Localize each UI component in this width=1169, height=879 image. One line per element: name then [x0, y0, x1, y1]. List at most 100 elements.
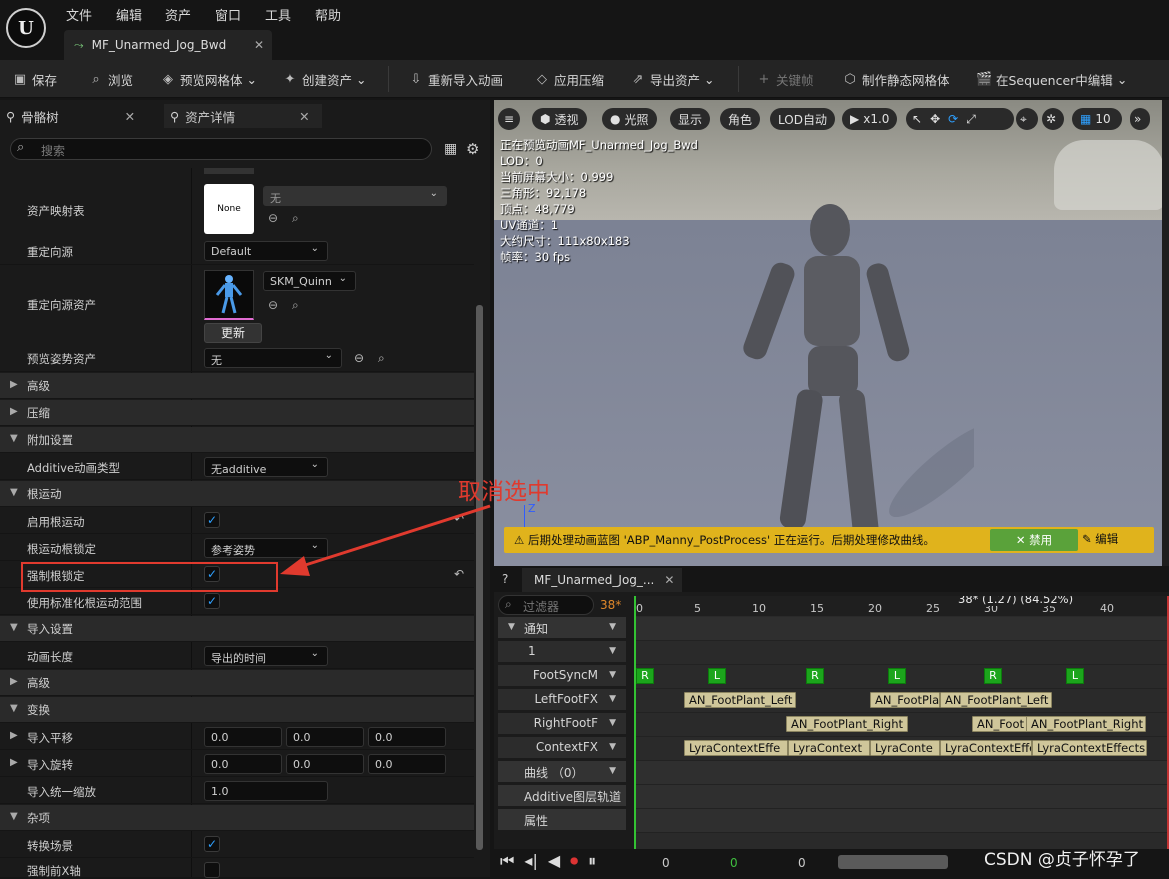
- lod-auto-button[interactable]: LOD自动: [770, 108, 835, 130]
- translation-z-field[interactable]: 0.0: [368, 727, 446, 747]
- close-icon[interactable]: ✕: [664, 573, 674, 587]
- sequencer-tab[interactable]: MF_Unarmed_Jog_... ✕: [522, 568, 682, 592]
- sync-marker[interactable]: L: [1066, 668, 1084, 684]
- lit-button[interactable]: ● 光照: [602, 108, 657, 130]
- track-rightfootfx[interactable]: RightFootF ▼: [498, 713, 626, 734]
- close-icon[interactable]: ✕: [254, 38, 264, 52]
- show-button[interactable]: 显示: [670, 108, 711, 130]
- track-additive-layers[interactable]: Additive图层轨道: [498, 785, 626, 806]
- convert-scene-checkbox[interactable]: ✓: [204, 836, 220, 852]
- sync-marker[interactable]: R: [806, 668, 824, 684]
- disable-button[interactable]: ✕ 禁用: [990, 529, 1078, 551]
- notify-right-footplant[interactable]: AN_FootPlant_Right: [1026, 716, 1146, 732]
- edit-button[interactable]: ✎ 编辑: [1082, 531, 1118, 547]
- time-ruler[interactable]: [634, 596, 1169, 616]
- sync-marker[interactable]: L: [708, 668, 726, 684]
- update-button[interactable]: 更新: [204, 323, 262, 343]
- use-selected-icon[interactable]: ⊖: [268, 211, 278, 225]
- browse-icon[interactable]: ⌕: [378, 351, 385, 366]
- force-front-x-checkbox[interactable]: ✓: [204, 862, 220, 878]
- track-curves[interactable]: 曲线 （0） ▼: [498, 761, 626, 782]
- track-notify-1[interactable]: 1 ▼: [498, 641, 626, 662]
- anim-length-dropdown[interactable]: 导出的时间 ⌄: [204, 646, 328, 666]
- sync-marker[interactable]: R: [984, 668, 1002, 684]
- timeline-scrollbar[interactable]: [838, 855, 948, 869]
- menu-edit[interactable]: 编辑: [116, 5, 142, 24]
- perspective-button[interactable]: ⬢ 透视: [532, 108, 587, 130]
- browse-icon[interactable]: ⌕: [292, 298, 299, 313]
- preview-mesh-button[interactable]: ◈ 预览网格体 ⌄: [160, 70, 257, 89]
- viewport-menu-button[interactable]: ≡: [498, 108, 520, 130]
- save-button[interactable]: ▣ 保存: [12, 70, 57, 89]
- close-icon[interactable]: ✕: [125, 109, 135, 124]
- notify-context-effect[interactable]: LyraContextEffects: [1032, 740, 1147, 756]
- camera-speed-button[interactable]: ⌖: [1016, 108, 1038, 130]
- view-end-value[interactable]: 0: [798, 856, 806, 870]
- close-icon[interactable]: ✕: [299, 109, 309, 124]
- filter-input[interactable]: ⌕ 过滤器: [498, 595, 594, 615]
- sync-marker[interactable]: L: [888, 668, 906, 684]
- track-footsync[interactable]: FootSyncM ▼: [498, 665, 626, 686]
- step-back-icon[interactable]: ◂|: [524, 851, 537, 871]
- track-notifies[interactable]: ▼ 通知 ▼: [498, 617, 626, 638]
- table-view-icon[interactable]: ▦: [444, 141, 457, 157]
- rotate-icon[interactable]: ⟳: [948, 112, 958, 126]
- track-leftfootfx[interactable]: LeftFootFX ▼: [498, 689, 626, 710]
- more-button[interactable]: »: [1130, 108, 1150, 130]
- make-static-mesh-button[interactable]: ⬡ 制作静态网格体: [842, 70, 949, 89]
- rotation-x-field[interactable]: 0.0: [204, 754, 282, 774]
- notify-left-footplant[interactable]: AN_FootPlant_Left: [684, 692, 796, 708]
- keyframe-button[interactable]: + 关键帧: [756, 70, 814, 89]
- section-compression[interactable]: ▶ 压缩: [0, 400, 474, 426]
- section-additive-settings[interactable]: ▼ 附加设置: [0, 427, 474, 453]
- edit-in-sequencer-button[interactable]: 🎬 在Sequencer中编辑 ⌄: [976, 70, 1127, 89]
- export-asset-button[interactable]: ⇗ 导出资产 ⌄: [630, 70, 715, 89]
- track-attributes[interactable]: 属性: [498, 809, 626, 830]
- range-start-value[interactable]: 0: [662, 856, 670, 870]
- create-asset-button[interactable]: ✦ 创建资产 ⌄: [282, 70, 367, 89]
- use-selected-icon[interactable]: ⊖: [268, 298, 278, 312]
- select-icon[interactable]: ↖: [912, 112, 922, 126]
- sync-marker[interactable]: R: [636, 668, 654, 684]
- use-selected-icon[interactable]: ⊖: [354, 351, 364, 365]
- move-icon[interactable]: ✥: [930, 112, 940, 126]
- search-input[interactable]: ⌕ 搜索: [10, 138, 432, 160]
- normalized-root-motion-checkbox[interactable]: ✓: [204, 593, 220, 609]
- view-start-value[interactable]: 0: [730, 856, 738, 870]
- translation-x-field[interactable]: 0.0: [204, 727, 282, 747]
- notify-left-footplant[interactable]: AN_FootPlant_Left: [940, 692, 1052, 708]
- section-misc[interactable]: ▼ 杂项: [0, 805, 474, 831]
- skeletal-mesh-thumbnail[interactable]: [204, 270, 254, 320]
- retarget-asset-dropdown[interactable]: SKM_Quinn ⌄: [263, 271, 356, 291]
- menu-window[interactable]: 窗口: [215, 5, 241, 24]
- translation-y-field[interactable]: 0.0: [286, 727, 364, 747]
- menu-help[interactable]: 帮助: [315, 5, 341, 24]
- timeline-area[interactable]: 0 5 10 15 20 25 30 35 40 38* (1.27) (84.…: [634, 596, 1169, 877]
- scale-icon[interactable]: ⤢: [966, 112, 976, 127]
- asset-mapping-dropdown[interactable]: 无 ⌄: [263, 186, 447, 206]
- rotation-z-field[interactable]: 0.0: [368, 754, 446, 774]
- playback-speed-button[interactable]: ▶ x1.0: [842, 108, 898, 130]
- section-transform[interactable]: ▼ 变换: [0, 697, 474, 723]
- menu-asset[interactable]: 资产: [165, 5, 191, 24]
- preview-pose-dropdown[interactable]: 无 ⌄: [204, 348, 342, 368]
- document-tab[interactable]: ⤳ MF_Unarmed_Jog_Bwd ✕: [64, 30, 272, 60]
- gear-icon[interactable]: ⚙: [466, 140, 479, 158]
- notify-context-effect[interactable]: LyraContext: [788, 740, 870, 756]
- notify-context-effect[interactable]: LyraConte: [870, 740, 940, 756]
- unreal-logo[interactable]: U: [6, 8, 46, 48]
- retarget-source-dropdown[interactable]: Default ⌄: [204, 241, 328, 261]
- menu-file[interactable]: 文件: [66, 5, 92, 24]
- help-icon[interactable]: ?: [502, 572, 508, 586]
- menu-tools[interactable]: 工具: [265, 5, 291, 24]
- chevron-right-icon[interactable]: ▶: [10, 757, 18, 768]
- asset-mapping-thumbnail[interactable]: None: [204, 184, 254, 234]
- section-advanced-import[interactable]: ▶ 高级: [0, 670, 474, 696]
- settings-button[interactable]: ✲: [1042, 108, 1064, 130]
- pause-icon[interactable]: ⏸: [588, 851, 596, 871]
- section-import-settings[interactable]: ▼ 导入设置: [0, 616, 474, 642]
- additive-type-dropdown[interactable]: 无additive ⌄: [204, 457, 328, 477]
- grid-snap-button[interactable]: ▦ 10: [1072, 108, 1122, 130]
- browse-icon[interactable]: ⌕: [292, 211, 299, 226]
- apply-compression-button[interactable]: ◇ 应用压缩: [534, 70, 604, 89]
